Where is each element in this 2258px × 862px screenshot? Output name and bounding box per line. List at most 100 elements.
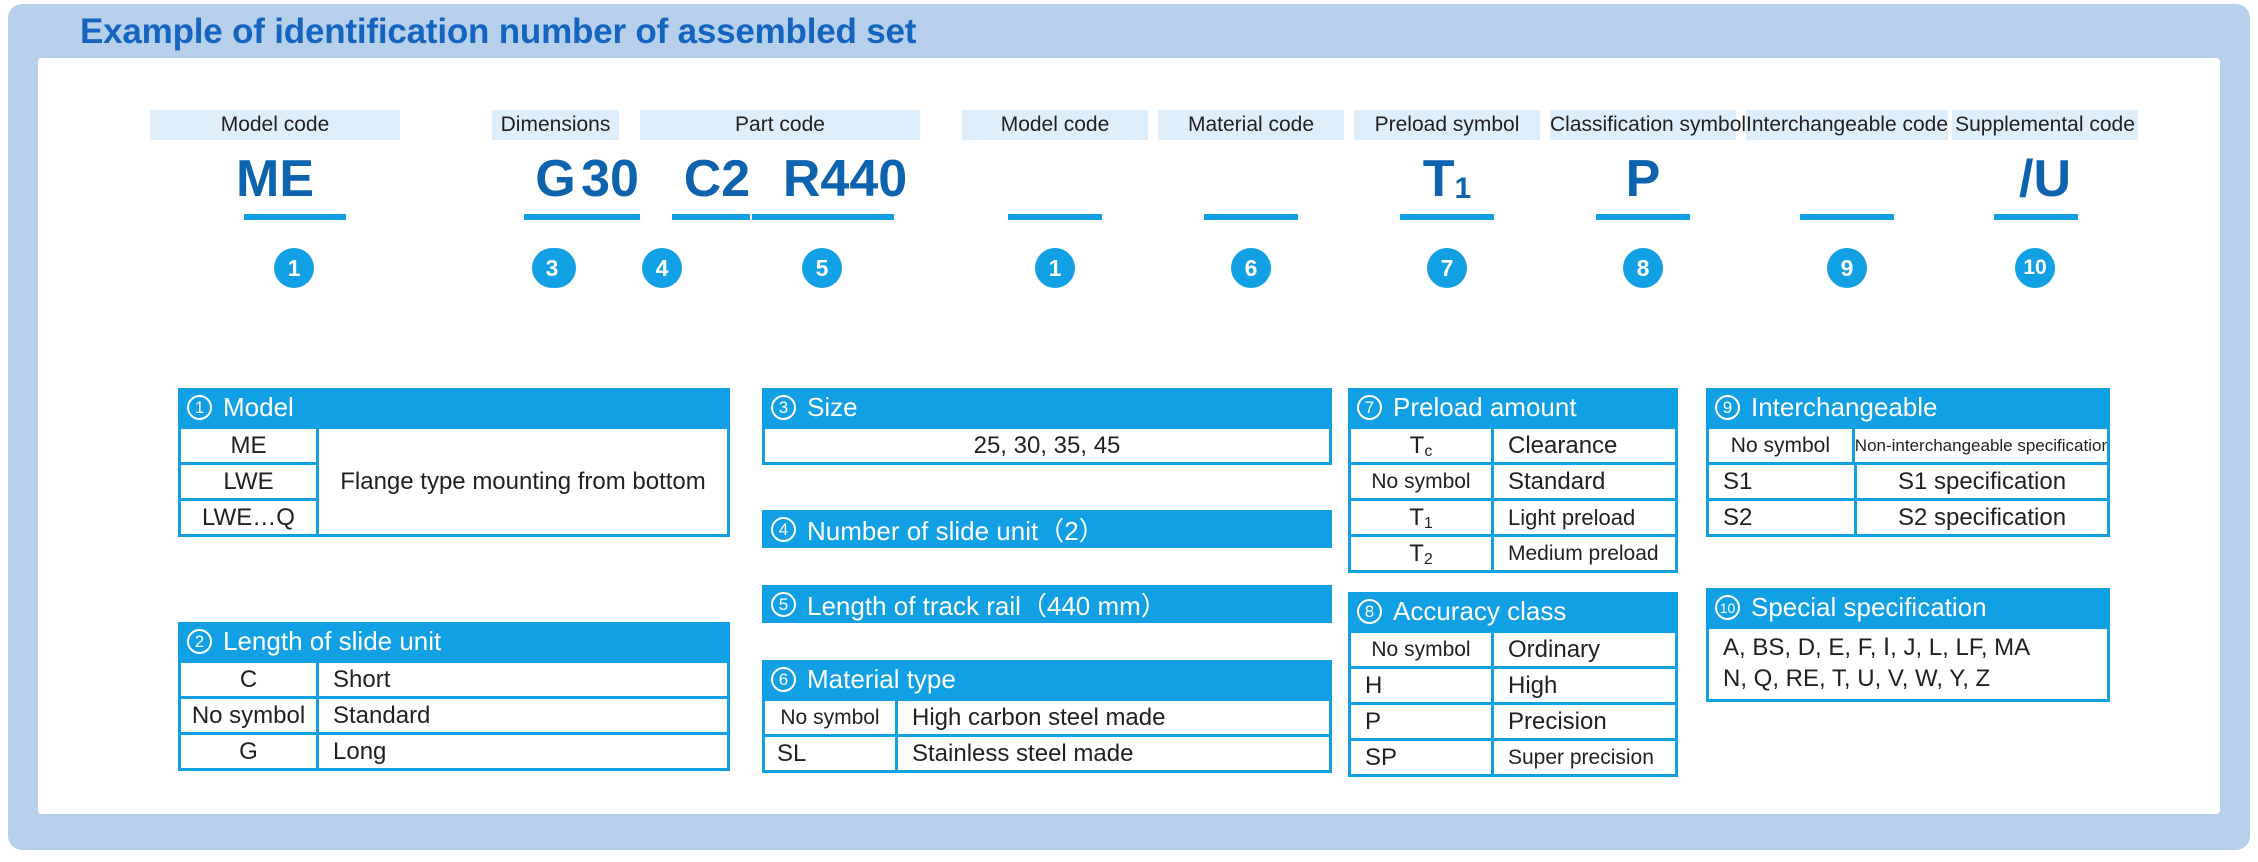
table-cell-merged-value: Flange type mounting from bottom (319, 429, 727, 534)
table-cell-key: S2 (1709, 501, 1854, 534)
code-segment-underline (244, 214, 346, 220)
code-segment-label: Model code (962, 110, 1148, 140)
table-slide-length: 2 Length of slide unit C Short No symbol… (178, 622, 730, 771)
table-row: G Long (181, 735, 727, 768)
code-segment-label: Supplemental code (1952, 110, 2138, 140)
table-interchangeable-header: 9 Interchangeable (1709, 388, 2107, 426)
table-cell-key: Tc (1351, 429, 1491, 462)
code-text: ME (236, 150, 314, 208)
table-cell-key: G (181, 735, 316, 768)
table-cell-value: Non-interchangeable specification (1854, 429, 2107, 462)
table-accuracy-header: 8 Accuracy class (1351, 592, 1675, 630)
table-cell-value: Clearance (1494, 429, 1675, 462)
table-cell-value: S1 specification (1857, 465, 2107, 498)
table-title: Number of slide unit（2） (807, 515, 1105, 546)
code-segment-badge: 8 (1623, 248, 1663, 288)
table-cell-value: Super precision (1494, 741, 1675, 774)
table-cell-codes: A, BS, D, E, F, Ⅰ, J, L, LF, MA N, Q, RE… (1709, 629, 2107, 699)
code-segment-value: ME (150, 150, 400, 208)
code-subscript: 1 (1454, 172, 1472, 205)
table-row: No symbol Non-interchangeable specificat… (1709, 429, 2107, 462)
code-segment-underline (752, 214, 894, 220)
table-model: 1 Model ME LWE LWE…Q Flange type mountin… (178, 388, 730, 537)
table-row: C Short (181, 663, 727, 696)
table-cell-value: High carbon steel made (898, 701, 1329, 734)
code-segment-label: Interchangeable code (1746, 110, 1948, 140)
table-preload: 7 Preload amount Tc Clearance No symbol … (1348, 388, 1678, 573)
table-accuracy: 8 Accuracy class No symbol Ordinary H Hi… (1348, 592, 1678, 777)
table-cell-key: No symbol (765, 701, 895, 734)
code-segment-badge: 7 (1427, 248, 1467, 288)
code-text: /U (2019, 150, 2071, 208)
identification-number-breakdown: Model codeME1DimensionsG2Part code303C24… (0, 0, 2258, 330)
table-cell-key: LWE…Q (181, 501, 316, 534)
table-slide-length-header: 2 Length of slide unit (181, 622, 727, 660)
table-row: T2 Medium preload (1351, 537, 1675, 570)
table-cell-key: C (181, 663, 316, 696)
table-row: SP Super precision (1351, 741, 1675, 774)
table-row: SL Stainless steel made (765, 737, 1329, 770)
table-title: Preload amount (1393, 391, 1577, 422)
code-segment-underline (1596, 214, 1690, 220)
badge-number: 10 (1715, 594, 1740, 620)
code-segment-value: R440 (730, 150, 960, 208)
badge-number: 5 (771, 591, 796, 617)
table-row: S1 S1 specification (1709, 465, 2107, 498)
table-cell-key: SP (1351, 741, 1491, 774)
table-interchangeable: 9 Interchangeable No symbol Non-intercha… (1706, 388, 2110, 537)
table-cell-value: Short (319, 663, 727, 696)
table-cell-key: H (1351, 669, 1491, 702)
code-segment-label: Material code (1158, 110, 1344, 140)
badge-number: 1 (187, 394, 212, 420)
code-segment-badge: 9 (1827, 248, 1867, 288)
table-title: Accuracy class (1393, 595, 1567, 626)
badge-number: 8 (1357, 598, 1382, 624)
badge-number: 6 (771, 666, 796, 692)
table-special-header: 10 Special specification (1709, 588, 2107, 626)
badge-number: 2 (187, 628, 212, 654)
badge-number: 9 (1715, 394, 1740, 420)
table-cell-value: Standard (319, 699, 727, 732)
code-text: 30 (581, 150, 639, 208)
code-segment-underline (1400, 214, 1494, 220)
table-cell-key: No symbol (1709, 429, 1852, 462)
code-segment-label: Dimensions (492, 110, 619, 140)
table-cell-key: No symbol (1351, 633, 1491, 666)
badge-number: 3 (771, 394, 796, 420)
table-cell-key: No symbol (1351, 465, 1491, 498)
table-row: No symbol Ordinary (1351, 633, 1675, 666)
code-segment-label: Model code (150, 110, 400, 140)
table-slide-count: 4 Number of slide unit（2） (762, 510, 1332, 548)
table-row: P Precision (1351, 705, 1675, 738)
table-title: Special specification (1751, 591, 1987, 622)
table-model-header: 1 Model (181, 388, 727, 426)
table-size-header: 3 Size (765, 388, 1329, 426)
code-segment-underline (1994, 214, 2078, 220)
table-rail-length-header: 5 Length of track rail（440 mm） (765, 585, 1329, 623)
code-text: T (1422, 150, 1455, 208)
table-cell-key: P (1351, 705, 1491, 738)
table-special: 10 Special specification A, BS, D, E, F,… (1706, 588, 2110, 702)
table-title: Interchangeable (1751, 391, 1938, 422)
table-row: No symbol Standard (181, 699, 727, 732)
table-title: Length of slide unit (223, 625, 442, 656)
code-segment-value: T1 (1354, 150, 1540, 216)
code-segment-underline (1204, 214, 1298, 220)
table-cell-value: Medium preload (1494, 537, 1675, 570)
table-row: A, BS, D, E, F, Ⅰ, J, L, LF, MA N, Q, RE… (1709, 629, 2107, 699)
table-cell-value: S2 specification (1857, 501, 2107, 534)
code-segment-badge: 4 (642, 248, 682, 288)
table-cell-key: T2 (1351, 537, 1491, 570)
table-row: No symbol Standard (1351, 465, 1675, 498)
code-segment-label: Classification symbol (1550, 110, 1746, 140)
table-cell-key: ME (181, 429, 316, 462)
table-title: Size (807, 391, 858, 422)
code-text: R440 (782, 150, 908, 208)
table-preload-header: 7 Preload amount (1351, 388, 1675, 426)
table-slide-count-header: 4 Number of slide unit（2） (765, 510, 1329, 548)
table-cell-value: Standard (1494, 465, 1675, 498)
table-title: Length of track rail（440 mm） (807, 590, 1167, 621)
table-cell-value: Stainless steel made (898, 737, 1329, 770)
special-codes-line-1: A, BS, D, E, F, Ⅰ, J, L, LF, MA (1723, 634, 2031, 661)
code-segment-badge: 10 (2015, 248, 2055, 288)
